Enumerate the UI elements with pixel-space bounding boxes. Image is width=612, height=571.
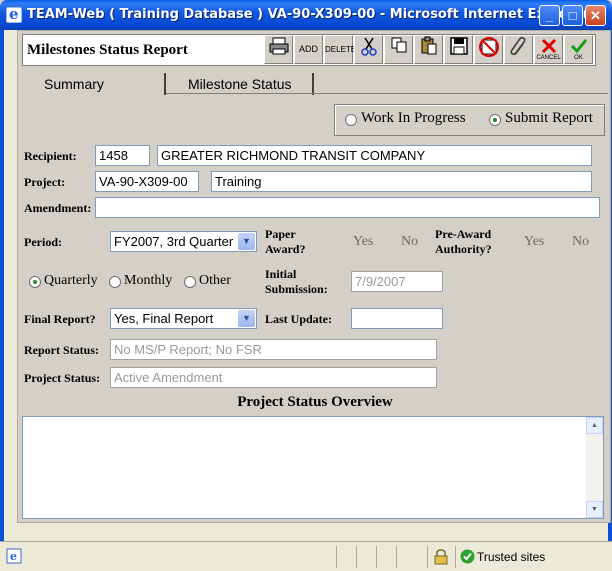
svg-text:e: e — [10, 550, 17, 563]
ok-button[interactable]: OK — [564, 35, 593, 64]
maximize-button[interactable]: □ — [562, 5, 583, 26]
page-icon: e — [6, 548, 22, 569]
internet-explorer-icon — [6, 5, 22, 23]
other-label: Other — [199, 273, 231, 288]
amendment-label: Amendment: — [24, 201, 92, 215]
scroll-down-icon[interactable]: ▼ — [586, 501, 603, 518]
cut-button[interactable] — [354, 35, 383, 64]
paper-award-no-option[interactable]: No — [401, 234, 418, 250]
paper-award-yes-option[interactable]: Yes — [353, 234, 373, 250]
amendment-field[interactable] — [95, 197, 600, 218]
tab-summary-label: Summary — [44, 76, 104, 92]
report-panel: Milestones Status Report ADD DELETE CANC… — [17, 30, 611, 523]
copy-icon — [390, 37, 408, 56]
attach-button[interactable] — [504, 35, 533, 64]
save-button[interactable] — [444, 35, 473, 64]
project-id-field[interactable]: VA-90-X309-00 — [95, 171, 199, 192]
final-report-label: Final Report? — [24, 312, 96, 326]
project-status-label: Project Status: — [24, 371, 101, 385]
quarterly-radio[interactable] — [29, 276, 41, 288]
status-cell — [396, 546, 416, 568]
work-in-progress-radio[interactable] — [345, 114, 357, 126]
tab-milestone-status-label: Milestone Status — [188, 76, 292, 92]
paste-button[interactable] — [414, 35, 443, 64]
pre-award-label-line1: Pre-Award — [435, 227, 492, 241]
pre-award-yes-option[interactable]: Yes — [524, 234, 544, 250]
vertical-scrollbar[interactable]: ▲ ▼ — [586, 417, 603, 518]
browser-content: Milestones Status Report ADD DELETE CANC… — [0, 30, 612, 541]
recipient-name-field[interactable]: GREATER RICHMOND TRANSIT COMPANY — [157, 145, 592, 166]
last-update-field[interactable] — [351, 308, 443, 329]
copy-button[interactable] — [384, 35, 413, 64]
add-label: ADD — [298, 44, 318, 54]
no-save-icon — [478, 37, 500, 60]
final-report-select[interactable]: Yes, Final Report ▼ — [110, 308, 257, 329]
report-header: Milestones Status Report ADD DELETE CANC… — [22, 34, 596, 66]
add-button[interactable]: ADD — [294, 35, 323, 64]
quarterly-label: Quarterly — [44, 273, 98, 288]
status-cell — [427, 546, 455, 568]
initial-submission-label-line2: Submission: — [265, 282, 328, 296]
project-status-overview-textarea[interactable]: ▲ ▼ — [22, 416, 604, 519]
monthly-radio[interactable] — [109, 276, 121, 288]
floppy-disk-icon — [449, 37, 469, 58]
submit-report-label: Submit Report — [505, 110, 593, 126]
trusted-sites-icon — [460, 549, 475, 569]
cancel-button[interactable]: CANCEL — [534, 35, 563, 64]
submit-report-radio[interactable] — [489, 114, 501, 126]
status-cell — [336, 546, 356, 568]
tab-divider — [166, 93, 608, 94]
paste-icon — [420, 36, 438, 58]
project-label: Project: — [24, 175, 66, 189]
final-report-value: Yes, Final Report — [114, 311, 214, 326]
project-name-field[interactable]: Training — [211, 171, 592, 192]
status-cell — [376, 546, 396, 568]
paperclip-icon — [509, 36, 529, 60]
monthly-label: Monthly — [124, 273, 173, 288]
tab-milestone-status[interactable]: Milestone Status — [166, 73, 314, 95]
tab-summary[interactable]: Summary — [22, 73, 166, 95]
security-zone-label: Trusted sites — [477, 550, 546, 564]
chevron-down-icon: ▼ — [238, 310, 255, 327]
printer-icon — [268, 37, 290, 58]
project-status-field[interactable]: Active Amendment — [110, 367, 437, 388]
delete-label: DELETE — [325, 45, 357, 54]
paper-award-label-line2: Award? — [265, 242, 306, 256]
work-in-progress-label: Work In Progress — [361, 110, 466, 126]
window-title-bar: TEAM-Web ( Training Database ) VA-90-X30… — [0, 0, 612, 30]
period-label: Period: — [24, 235, 62, 249]
close-window-button[interactable]: ✕ — [585, 5, 606, 26]
report-status-field[interactable]: No MS/P Report; No FSR — [110, 339, 437, 360]
minimize-button[interactable]: _ — [539, 5, 560, 26]
recipient-id-field[interactable]: 1458 — [95, 145, 150, 166]
report-mode-group: Work In Progress Submit Report — [334, 104, 605, 136]
cancel-label: CANCEL — [536, 55, 561, 61]
window-title: TEAM-Web ( Training Database ) VA-90-X30… — [27, 7, 590, 22]
period-value: FY2007, 3rd Quarter — [114, 234, 234, 249]
print-button[interactable] — [264, 35, 293, 64]
ok-label: OK — [574, 55, 583, 61]
scroll-up-icon[interactable]: ▲ — [586, 417, 603, 434]
page-title: Milestones Status Report — [27, 42, 188, 58]
last-update-label: Last Update: — [265, 312, 333, 326]
recipient-label: Recipient: — [24, 149, 77, 163]
pre-award-label-line2: Authority? — [435, 242, 492, 256]
other-radio[interactable] — [184, 276, 196, 288]
chevron-down-icon: ▼ — [238, 233, 255, 250]
no-save-button[interactable] — [474, 35, 503, 64]
pre-award-no-option[interactable]: No — [572, 234, 589, 250]
lock-icon — [434, 549, 448, 570]
browser-status-bar: e Trusted sites — [0, 541, 612, 571]
period-select[interactable]: FY2007, 3rd Quarter ▼ — [110, 231, 257, 252]
delete-button[interactable]: DELETE — [324, 35, 357, 64]
status-cell — [356, 546, 376, 568]
report-status-label: Report Status: — [24, 343, 99, 357]
initial-submission-field[interactable]: 7/9/2007 — [351, 271, 443, 292]
scissors-icon — [360, 37, 377, 58]
overview-title: Project Status Overview — [237, 394, 393, 410]
initial-submission-label-line1: Initial — [265, 267, 297, 281]
paper-award-label-line1: Paper — [265, 227, 296, 241]
